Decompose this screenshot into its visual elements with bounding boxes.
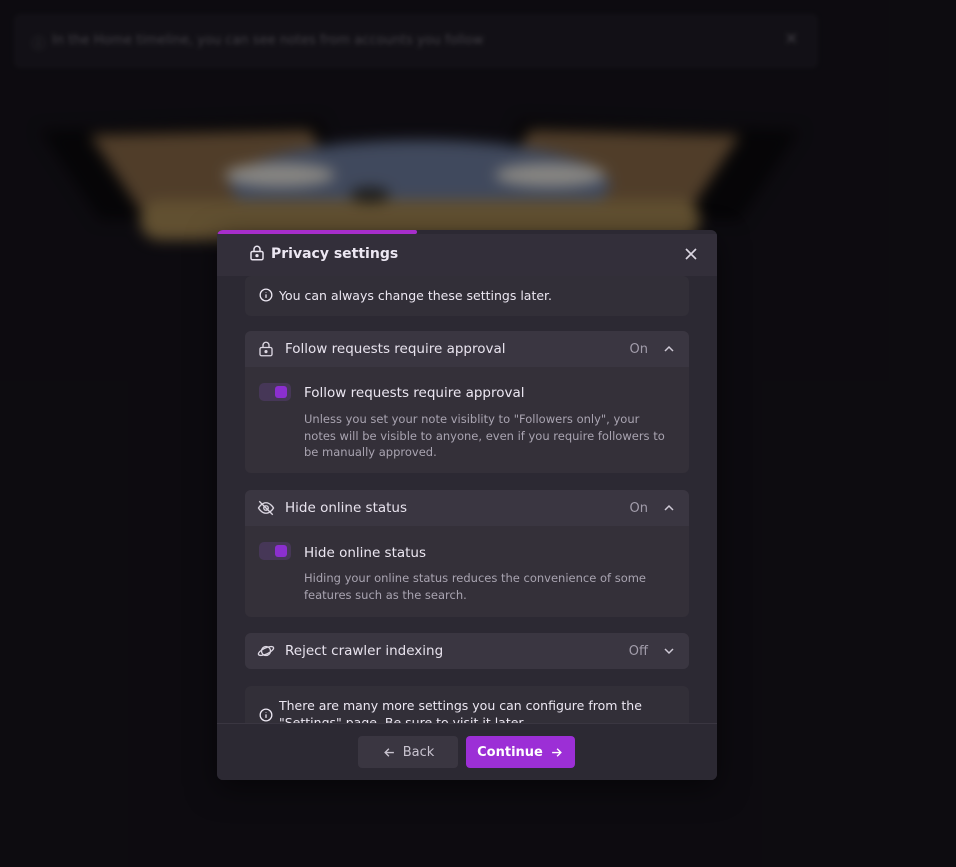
section-hide-online-status: Hide online status On Hide online status… bbox=[245, 490, 689, 617]
intro-note-text: You can always change these settings lat… bbox=[279, 288, 553, 303]
info-icon bbox=[259, 288, 273, 302]
section-label: Hide online status bbox=[285, 500, 408, 516]
section-hide-online-status-header[interactable]: Hide online status On bbox=[245, 490, 689, 526]
lock-icon bbox=[259, 341, 273, 357]
chevron-up-icon bbox=[664, 504, 674, 511]
chevron-down-icon bbox=[664, 648, 674, 655]
intro-note: You can always change these settings lat… bbox=[245, 276, 689, 316]
info-icon bbox=[259, 708, 273, 722]
close-button[interactable] bbox=[681, 244, 701, 264]
option-description: Unless you set your note visiblity to "F… bbox=[304, 412, 665, 459]
option-description: Hiding your online status reduces the co… bbox=[304, 571, 647, 602]
planet-icon bbox=[257, 645, 275, 657]
privacy-settings-dialog: Privacy settings You can always change t… bbox=[217, 230, 717, 780]
dialog-header: Privacy settings bbox=[217, 234, 717, 276]
section-label: Reject crawler indexing bbox=[285, 643, 444, 659]
toggle-knob bbox=[275, 545, 287, 557]
follow-requests-toggle[interactable] bbox=[259, 383, 291, 401]
section-value: On bbox=[629, 342, 648, 357]
section-follow-requests-header[interactable]: Follow requests require approval On bbox=[245, 331, 689, 367]
section-value: On bbox=[629, 501, 648, 516]
eye-off-icon bbox=[257, 500, 275, 516]
dialog-title: Privacy settings bbox=[271, 246, 399, 262]
outro-note-text: There are many more settings you can con… bbox=[279, 698, 642, 723]
section-reject-crawler: Reject crawler indexing Off bbox=[245, 633, 689, 669]
option-label: Hide online status bbox=[304, 545, 427, 561]
arrow-left-icon bbox=[383, 747, 394, 757]
option-label: Follow requests require approval bbox=[304, 385, 525, 401]
chevron-up-icon bbox=[664, 345, 674, 352]
continue-label: Continue bbox=[477, 744, 543, 760]
section-follow-requests: Follow requests require approval On Foll… bbox=[245, 331, 689, 473]
hide-online-status-toggle[interactable] bbox=[259, 542, 291, 560]
section-label: Follow requests require approval bbox=[285, 341, 506, 357]
continue-button[interactable]: Continue bbox=[466, 736, 575, 768]
lock-icon bbox=[250, 245, 264, 261]
back-label: Back bbox=[402, 744, 435, 760]
dialog-footer: Back Continue bbox=[217, 723, 717, 780]
arrow-right-icon bbox=[551, 747, 562, 757]
section-value: Off bbox=[628, 644, 648, 659]
back-button[interactable]: Back bbox=[358, 736, 458, 768]
section-reject-crawler-header[interactable]: Reject crawler indexing Off bbox=[245, 633, 689, 669]
outro-note: There are many more settings you can con… bbox=[245, 686, 689, 723]
toggle-knob bbox=[275, 386, 287, 398]
dialog-body[interactable]: You can always change these settings lat… bbox=[217, 276, 717, 723]
